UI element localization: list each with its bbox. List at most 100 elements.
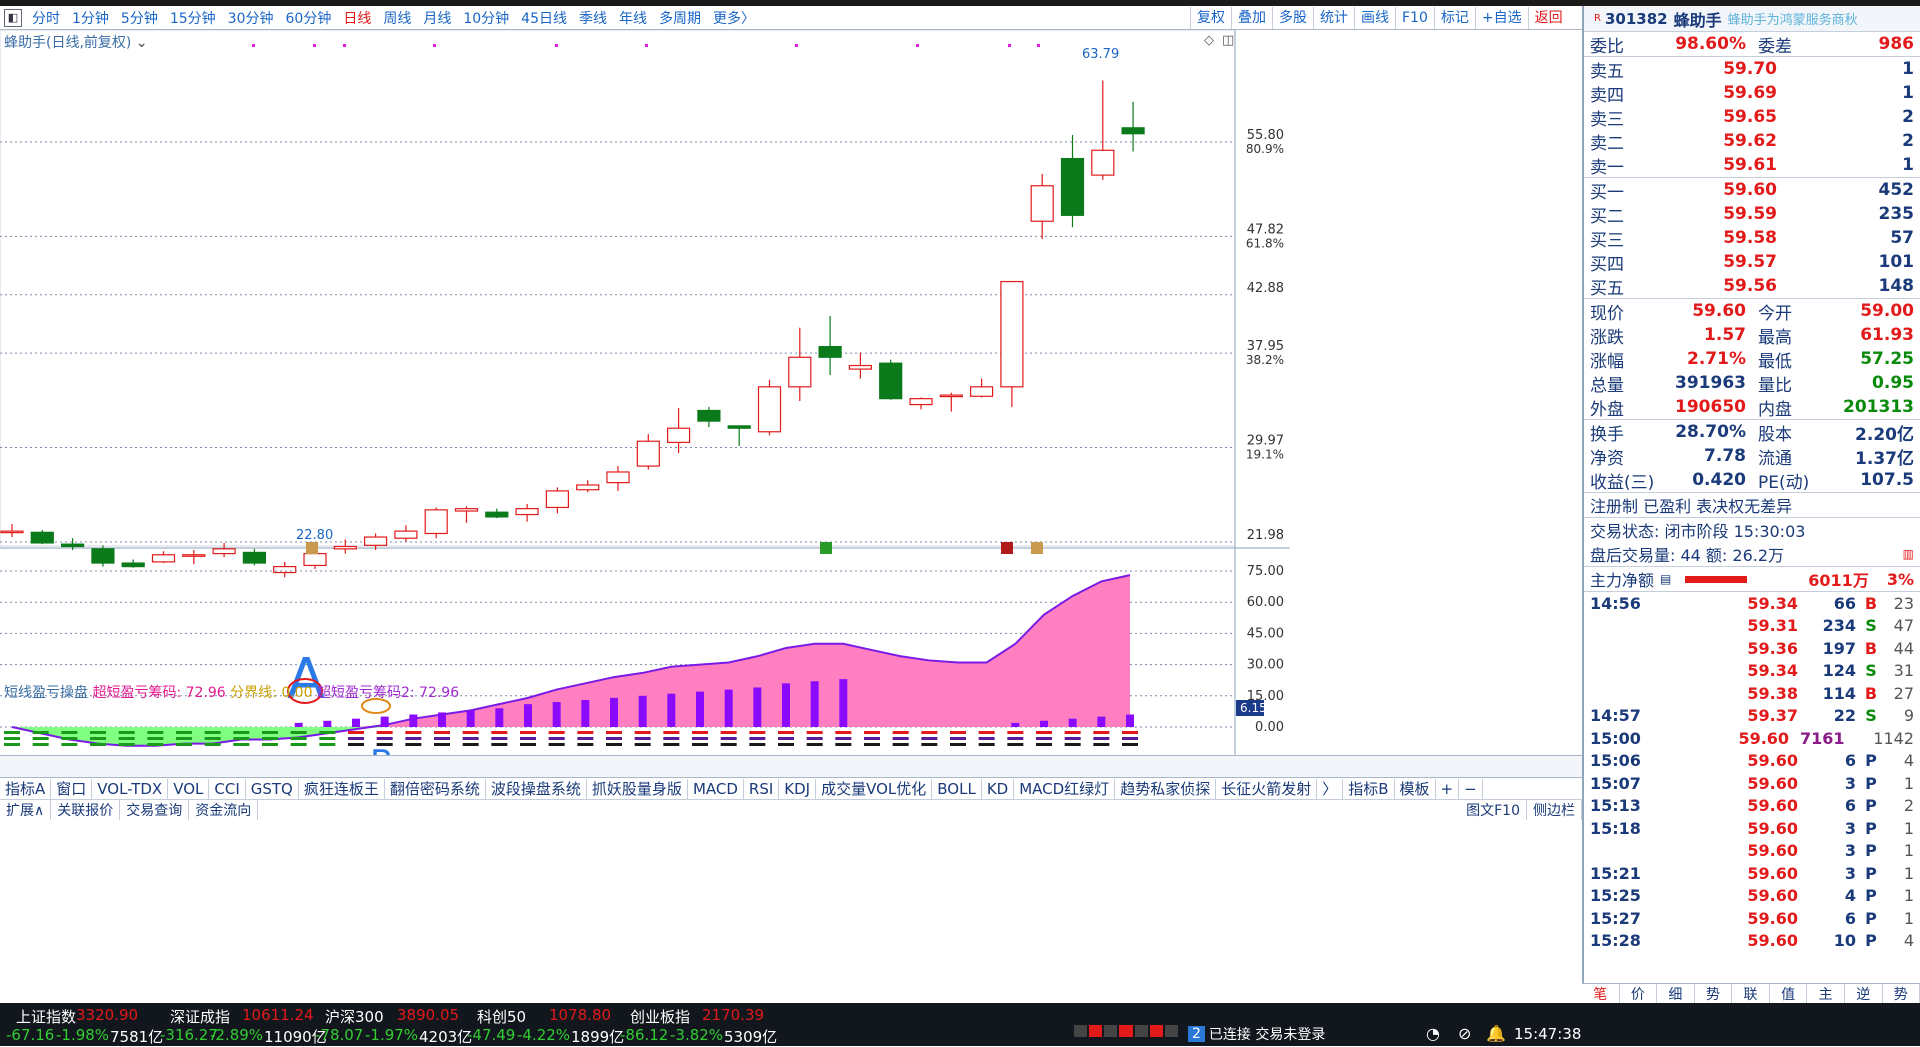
- bell-icon[interactable]: 🔔: [1486, 1024, 1506, 1043]
- ext-tab-0[interactable]: 扩展∧: [0, 800, 51, 820]
- indicator-tab-6[interactable]: 疯狂连板王: [299, 779, 385, 799]
- mainflow-icon[interactable]: ▤: [1660, 572, 1671, 586]
- bid-row[interactable]: 买五59.56148: [1584, 274, 1920, 298]
- tick-row[interactable]: 15:0659.606P4: [1584, 750, 1920, 773]
- period-tab-1[interactable]: 1分钟: [66, 8, 115, 28]
- bid-row[interactable]: 买四59.57101: [1584, 250, 1920, 274]
- remove-indicator-button[interactable]: −: [1459, 779, 1483, 799]
- indicator-tab-20[interactable]: 指标B: [1343, 779, 1394, 799]
- ask-row[interactable]: 卖三59.652: [1584, 105, 1920, 129]
- right-tab-4[interactable]: 联: [1732, 984, 1770, 1003]
- index-name[interactable]: 科创50: [477, 1006, 526, 1027]
- period-tab-0[interactable]: 分时: [26, 8, 66, 28]
- tick-row[interactable]: 15:2759.606P1: [1584, 907, 1920, 930]
- indicator-tab-17[interactable]: 趋势私家侦探: [1115, 779, 1216, 799]
- right-tab-2[interactable]: 细: [1657, 984, 1695, 1003]
- ask-row[interactable]: 卖二59.622: [1584, 129, 1920, 153]
- bid-row[interactable]: 买一59.60452: [1584, 178, 1920, 202]
- tool-3[interactable]: 统计: [1313, 7, 1354, 29]
- indicator-tab-15[interactable]: KD: [982, 779, 1014, 799]
- ask-row[interactable]: 卖四59.691: [1584, 81, 1920, 105]
- chart-canvas[interactable]: 55.8047.8242.8837.9529.9721.9880.9%61.8%…: [0, 30, 1582, 755]
- tick-row[interactable]: 15:1359.606P2: [1584, 795, 1920, 818]
- tick-row[interactable]: 15:2559.604P1: [1584, 885, 1920, 908]
- period-tab-9[interactable]: 10分钟: [457, 8, 515, 28]
- indicator-tab-7[interactable]: 翻倍密码系统: [385, 779, 486, 799]
- period-tab-11[interactable]: 季线: [573, 8, 613, 28]
- indicator-tab-16[interactable]: MACD红绿灯: [1014, 779, 1115, 799]
- tool-7[interactable]: +自选: [1475, 7, 1528, 29]
- indicator-tab-13[interactable]: 成交量VOL优化: [816, 779, 932, 799]
- period-tab-3[interactable]: 15分钟: [164, 8, 222, 28]
- indicator-tab-0[interactable]: 指标A: [0, 779, 51, 799]
- index-name[interactable]: 创业板指: [630, 1006, 690, 1027]
- tick-row[interactable]: 59.38114B27: [1584, 682, 1920, 705]
- chart-title-dropdown-icon[interactable]: ⌄: [136, 35, 148, 51]
- tick-row[interactable]: 59.603P1: [1584, 840, 1920, 863]
- chart-small-icon[interactable]: ▥: [1903, 547, 1914, 561]
- period-tab-6[interactable]: 日线: [337, 8, 377, 28]
- indicator-tab-9[interactable]: 抓妖股量身版: [587, 779, 688, 799]
- ask-row[interactable]: 卖五59.701: [1584, 57, 1920, 81]
- stock-code[interactable]: 301382: [1605, 10, 1668, 28]
- indicator-tab-4[interactable]: CCI: [209, 779, 245, 799]
- right-tab-5[interactable]: 值: [1770, 984, 1808, 1003]
- right-tab-8[interactable]: 势: [1883, 984, 1920, 1003]
- tool-0[interactable]: 复权: [1190, 7, 1231, 29]
- tick-row[interactable]: 59.36197B44: [1584, 637, 1920, 660]
- period-tab-13[interactable]: 多周期: [653, 8, 707, 28]
- ext-sidebar-tab[interactable]: 侧边栏: [1527, 800, 1582, 820]
- ext-tab-3[interactable]: 资金流向: [189, 800, 258, 820]
- period-tab-14[interactable]: 更多〉: [707, 8, 761, 28]
- period-tab-4[interactable]: 30分钟: [222, 8, 280, 28]
- ask-row[interactable]: 卖一59.611: [1584, 153, 1920, 177]
- tool-2[interactable]: 多股: [1272, 7, 1313, 29]
- indicator-tab-10[interactable]: MACD: [688, 779, 744, 799]
- tick-row[interactable]: 59.31234S47: [1584, 615, 1920, 638]
- indicator-tab-2[interactable]: VOL-TDX: [92, 779, 168, 799]
- tick-row[interactable]: 14:5759.3722S9: [1584, 705, 1920, 728]
- period-tab-10[interactable]: 45日线: [515, 8, 573, 28]
- mainflow-row[interactable]: 主力净额 ▤ 6011万 3%: [1584, 567, 1920, 591]
- sync-icon[interactable]: ◔: [1426, 1024, 1440, 1043]
- stock-ad[interactable]: 蜂助手为鸿蒙服务商秋: [1728, 9, 1858, 28]
- indicator-tab-18[interactable]: 长征火箭发射: [1216, 779, 1317, 799]
- indicator-tab-19[interactable]: 〉: [1317, 779, 1343, 799]
- tick-list[interactable]: 14:5659.3466B2359.31234S4759.36197B4459.…: [1584, 592, 1920, 952]
- tick-row[interactable]: 15:2859.6010P4: [1584, 930, 1920, 953]
- bid-row[interactable]: 买二59.59235: [1584, 202, 1920, 226]
- right-tab-1[interactable]: 价: [1620, 984, 1658, 1003]
- add-indicator-button[interactable]: +: [1436, 779, 1460, 799]
- period-tab-7[interactable]: 周线: [377, 8, 417, 28]
- tick-row[interactable]: 15:0759.603P1: [1584, 772, 1920, 795]
- right-tab-7[interactable]: 逆: [1845, 984, 1883, 1003]
- index-name[interactable]: 沪深300: [325, 1006, 384, 1027]
- indicator-tab-12[interactable]: KDJ: [779, 779, 816, 799]
- connection-status[interactable]: 2 已连接 交易未登录: [1188, 1025, 1325, 1043]
- right-tab-0[interactable]: 笔: [1582, 984, 1620, 1003]
- indicator-tab-8[interactable]: 波段操盘系统: [486, 779, 587, 799]
- index-name[interactable]: 深证成指: [170, 1006, 230, 1027]
- period-tab-12[interactable]: 年线: [613, 8, 653, 28]
- indicator-tab-21[interactable]: 模板: [1395, 779, 1436, 799]
- tool-6[interactable]: 标记: [1434, 7, 1475, 29]
- period-tab-5[interactable]: 60分钟: [280, 8, 338, 28]
- indicator-tab-14[interactable]: BOLL: [932, 779, 982, 799]
- period-tab-2[interactable]: 5分钟: [115, 8, 164, 28]
- indicator-name[interactable]: 短线盈亏操盘: [4, 685, 88, 701]
- tick-row[interactable]: 15:1859.603P1: [1584, 817, 1920, 840]
- stock-name[interactable]: 蜂助手: [1674, 7, 1722, 31]
- indicator-tab-3[interactable]: VOL: [168, 779, 209, 799]
- tool-8[interactable]: 返回: [1528, 7, 1569, 29]
- period-tab-8[interactable]: 月线: [417, 8, 457, 28]
- tick-row[interactable]: 14:5659.3466B23: [1584, 592, 1920, 615]
- tool-4[interactable]: 画线: [1354, 7, 1395, 29]
- tick-row[interactable]: 15:2159.603P1: [1584, 862, 1920, 885]
- window-toggle-icon[interactable]: ◧: [4, 9, 22, 27]
- tick-row[interactable]: 59.34124S31: [1584, 660, 1920, 683]
- tool-1[interactable]: 叠加: [1231, 7, 1272, 29]
- indicator-tab-1[interactable]: 窗口: [51, 779, 92, 799]
- tool-5[interactable]: F10: [1395, 7, 1434, 29]
- tick-row[interactable]: 15:0059.6071611142: [1584, 727, 1920, 750]
- ban-icon[interactable]: ⊘: [1458, 1024, 1471, 1043]
